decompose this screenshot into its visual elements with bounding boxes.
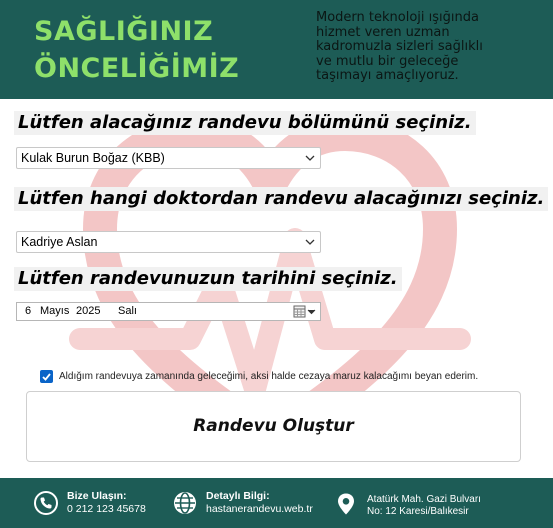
chevron-down-icon — [305, 155, 315, 161]
confirm-label[interactable]: Aldığım randevuya zamanında geleceğimi, … — [59, 371, 478, 382]
department-select[interactable]: Kulak Burun Boğaz (KBB) — [16, 147, 321, 169]
info-website[interactable]: hastanerandevu.web.tr — [206, 503, 313, 515]
calendar-icon[interactable] — [293, 305, 317, 318]
create-appointment-button[interactable]: Randevu Oluştur — [26, 391, 521, 462]
footer-address: Atatürk Mah. Gazi Bulvarı No: 12 Karesi/… — [334, 490, 481, 517]
department-question: Lütfen alacağınız randevu bölümünü seçin… — [14, 111, 476, 135]
chevron-down-icon — [305, 239, 315, 245]
date-weekday[interactable]: Salı — [118, 303, 137, 320]
check-icon — [42, 372, 51, 381]
location-pin-icon — [338, 493, 354, 514]
slogan-line-2: ÖNCELİĞİMİZ — [34, 53, 240, 84]
about-text: Modern teknoloji ışığında hizmet veren u… — [316, 10, 483, 83]
slogan-line-1: SAĞLIĞINIZ — [34, 16, 214, 47]
doctor-question: Lütfen hangi doktordan randevu alacağını… — [14, 187, 549, 211]
date-picker[interactable]: 6 Mayıs 2025 Salı — [16, 302, 321, 321]
date-day[interactable]: 6 — [25, 303, 31, 320]
confirm-row[interactable]: Aldığım randevuya zamanında geleceğimi, … — [40, 369, 478, 383]
contact-title: Bize Ulaşın: — [67, 490, 127, 502]
info-title: Detaylı Bilgi: — [206, 490, 270, 502]
doctor-selected-value: Kadriye Aslan — [21, 235, 98, 249]
phone-icon — [34, 491, 58, 515]
address-line-2: No: 12 Karesi/Balıkesir — [367, 505, 469, 517]
appointment-form: Lütfen alacağınız randevu bölümünü seçin… — [0, 99, 553, 478]
department-selected-value: Kulak Burun Boğaz (KBB) — [21, 151, 165, 165]
confirm-checkbox[interactable] — [40, 369, 53, 383]
slogan: SAĞLIĞINIZ ÖNCELİĞİMİZ — [34, 13, 264, 87]
footer: Bize Ulaşın: 0 212 123 45678 Detaylı Bil… — [0, 478, 553, 528]
footer-info: Detaylı Bilgi: hastanerandevu.web.tr — [173, 490, 313, 516]
globe-icon — [174, 492, 196, 514]
doctor-select[interactable]: Kadriye Aslan — [16, 231, 321, 253]
date-month[interactable]: Mayıs — [40, 303, 69, 320]
address-line-1: Atatürk Mah. Gazi Bulvarı — [367, 494, 481, 505]
footer-contact: Bize Ulaşın: 0 212 123 45678 — [34, 490, 146, 516]
contact-phone[interactable]: 0 212 123 45678 — [67, 503, 146, 515]
header: SAĞLIĞINIZ ÖNCELİĞİMİZ Modern teknoloji … — [0, 0, 553, 99]
date-year[interactable]: 2025 — [76, 303, 100, 320]
date-question: Lütfen randevunuzun tarihini seçiniz. — [14, 267, 402, 291]
